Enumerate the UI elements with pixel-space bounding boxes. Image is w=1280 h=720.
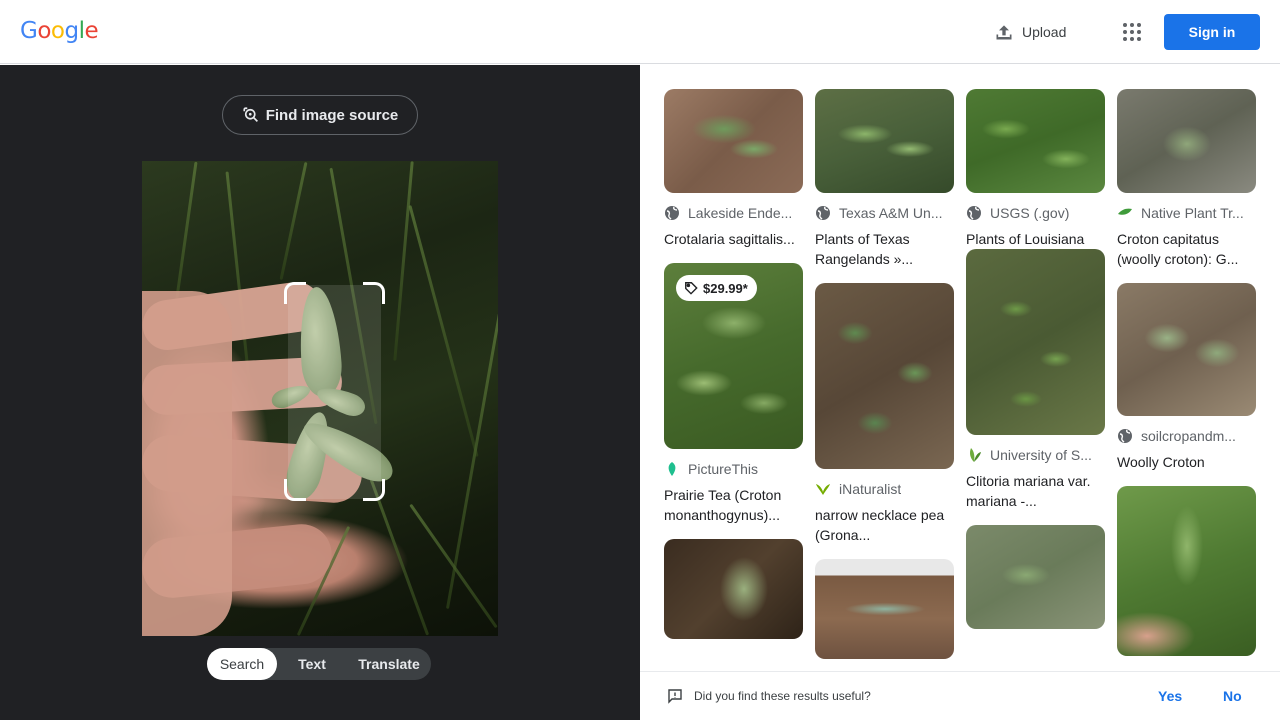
result-thumbnail <box>664 539 803 639</box>
result-title[interactable]: Croton capitatus (woolly croton): G... <box>1117 229 1256 269</box>
result-thumbnail <box>966 525 1105 629</box>
result-thumbnail <box>966 249 1105 435</box>
result-source: Texas A&M Un... <box>815 205 954 221</box>
result-card[interactable] <box>664 539 803 639</box>
result-source: University of S... <box>966 447 1105 463</box>
result-title[interactable]: Clitoria mariana var. mariana -... <box>966 471 1105 511</box>
crop-handle-top-right[interactable] <box>363 282 385 304</box>
result-title[interactable]: Plants of Texas Rangelands »... <box>815 229 954 269</box>
visual-matches: Lakeside Ende... Crotalaria sagittalis..… <box>640 65 1280 671</box>
lens-query-panel: Find image source Search Text Translate <box>0 65 640 720</box>
result-card[interactable] <box>1117 486 1256 656</box>
result-thumbnail <box>966 89 1105 193</box>
lens-search-icon <box>243 107 258 122</box>
tab-search[interactable]: Search <box>207 648 277 680</box>
result-thumbnail <box>1117 283 1256 416</box>
result-thumbnail <box>1117 89 1256 193</box>
result-source: Lakeside Ende... <box>664 205 803 221</box>
result-card[interactable]: $29.99* PictureThis Prairie Tea (Croton … <box>664 263 803 525</box>
result-title[interactable]: Crotalaria sagittalis... <box>664 229 803 249</box>
upload-icon <box>996 25 1012 40</box>
result-source-name: soilcropandm... <box>1141 428 1236 444</box>
results-column: Native Plant Tr... Croton capitatus (woo… <box>1117 89 1256 670</box>
results-column: Lakeside Ende... Crotalaria sagittalis..… <box>664 89 803 653</box>
google-apps-button[interactable] <box>1116 16 1148 48</box>
crop-handle-bottom-left[interactable] <box>284 479 306 501</box>
price-tag-icon <box>685 282 698 295</box>
result-thumbnail <box>1117 486 1256 656</box>
university-leaf-icon <box>970 448 981 462</box>
globe-icon <box>967 206 981 220</box>
result-source: iNaturalist <box>815 481 954 497</box>
result-card[interactable]: USGS (.gov) Plants of Louisiana <box>966 89 1105 249</box>
find-image-source-button[interactable]: Find image source <box>222 95 418 135</box>
result-source: USGS (.gov) <box>966 205 1105 221</box>
result-card[interactable] <box>966 525 1105 629</box>
result-card[interactable]: iNaturalist narrow necklace pea (Grona..… <box>815 283 954 545</box>
result-source: soilcropandm... <box>1117 428 1256 444</box>
logo-letter: e <box>84 18 99 44</box>
result-source: PictureThis <box>664 461 803 477</box>
result-title[interactable]: Woolly Croton <box>1117 452 1256 472</box>
tab-translate[interactable]: Translate <box>347 648 431 680</box>
result-source-name: USGS (.gov) <box>990 205 1070 221</box>
globe-icon <box>1118 429 1132 443</box>
top-bar: Google Upload Sign in <box>0 0 1280 64</box>
logo-letter: g <box>64 18 79 44</box>
feedback-bar: Did you find these results useful? Yes N… <box>640 671 1280 720</box>
result-title[interactable]: Prairie Tea (Croton monanthogynus)... <box>664 485 803 525</box>
google-logo[interactable]: Google <box>20 18 99 44</box>
query-image[interactable] <box>142 161 498 636</box>
sign-in-button[interactable]: Sign in <box>1164 14 1260 50</box>
feedback-no-button[interactable]: No <box>1223 688 1242 704</box>
result-source-name: University of S... <box>990 447 1092 463</box>
result-source-name: iNaturalist <box>839 481 902 497</box>
result-card[interactable]: Lakeside Ende... Crotalaria sagittalis..… <box>664 89 803 249</box>
result-source-name: Native Plant Tr... <box>1141 205 1244 221</box>
result-source-name: Lakeside Ende... <box>688 205 793 221</box>
apps-grid-icon <box>1123 23 1141 41</box>
result-card[interactable]: Native Plant Tr... Croton capitatus (woo… <box>1117 89 1256 269</box>
results-column: USGS (.gov) Plants of Louisiana Universi… <box>966 89 1105 643</box>
price-text: $29.99* <box>703 280 748 296</box>
logo-letter: G <box>20 18 38 44</box>
lens-mode-tabs: Search Text Translate <box>207 648 431 680</box>
result-source: Native Plant Tr... <box>1117 205 1256 221</box>
leaf-icon <box>1118 208 1132 215</box>
tab-text[interactable]: Text <box>277 648 347 680</box>
find-image-source-label: Find image source <box>265 106 399 124</box>
picturethis-icon <box>668 462 676 476</box>
inaturalist-icon <box>816 484 830 495</box>
globe-icon <box>665 206 679 220</box>
globe-icon <box>816 206 830 220</box>
feedback-yes-button[interactable]: Yes <box>1158 688 1182 704</box>
selection-region[interactable] <box>288 285 381 499</box>
result-thumbnail: $29.99* <box>664 263 803 449</box>
result-title[interactable]: narrow necklace pea (Grona... <box>815 505 954 545</box>
results-column: Texas A&M Un... Plants of Texas Rangelan… <box>815 89 954 671</box>
result-thumbnail <box>815 559 954 659</box>
price-badge: $29.99* <box>676 275 757 301</box>
result-source-name: Texas A&M Un... <box>839 205 943 221</box>
result-thumbnail <box>664 89 803 193</box>
crop-handle-bottom-right[interactable] <box>363 479 385 501</box>
logo-letter: o <box>50 18 65 44</box>
result-card[interactable]: soilcropandm... Woolly Croton <box>1117 283 1256 472</box>
result-card[interactable]: Texas A&M Un... Plants of Texas Rangelan… <box>815 89 954 269</box>
upload-button[interactable]: Upload <box>986 16 1074 48</box>
feedback-icon <box>668 689 682 704</box>
logo-letter: o <box>37 18 51 44</box>
result-source-name: PictureThis <box>688 461 759 477</box>
result-card[interactable] <box>815 559 954 659</box>
result-title[interactable]: Plants of Louisiana <box>966 229 1105 249</box>
upload-label: Upload <box>1022 24 1067 40</box>
feedback-question: Did you find these results useful? <box>694 689 871 703</box>
result-thumbnail <box>815 89 954 193</box>
result-card[interactable]: University of S... Clitoria mariana var.… <box>966 249 1105 511</box>
result-thumbnail <box>815 283 954 469</box>
crop-handle-top-left[interactable] <box>284 282 306 304</box>
